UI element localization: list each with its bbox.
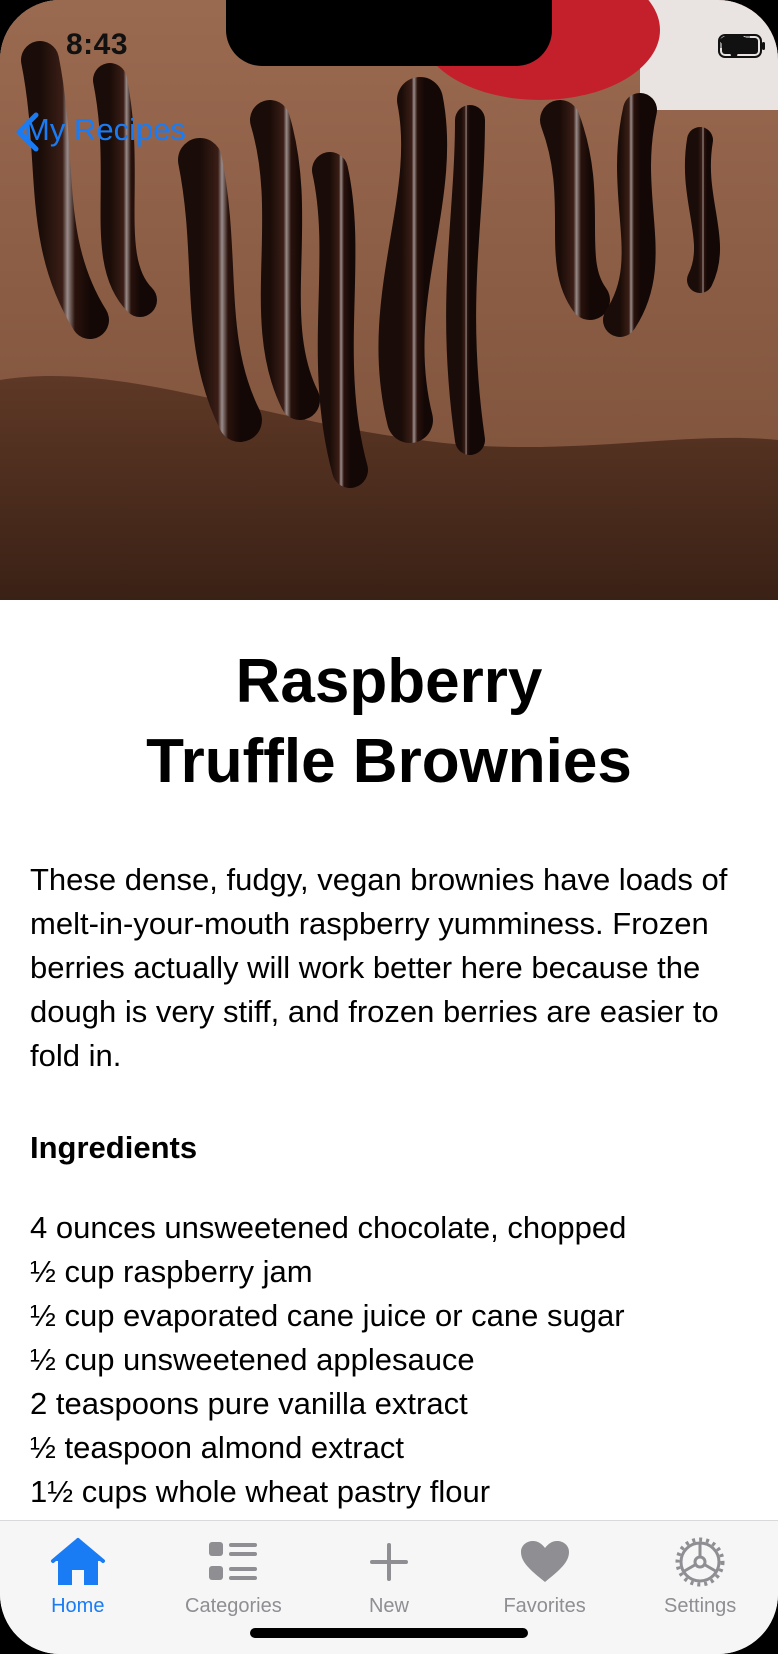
back-button[interactable]: My Recipes [14, 112, 186, 152]
status-time: 8:43 [66, 28, 129, 61]
tab-new-label: New [368, 1595, 409, 1617]
house-icon [50, 1535, 106, 1589]
tab-settings-label: Settings [664, 1595, 737, 1617]
list-icon [209, 1535, 258, 1589]
tab-home[interactable]: Home [8, 1535, 148, 1654]
ingredient-item: 4 ounces unsweetened chocolate, chopped [30, 1210, 627, 1245]
ingredient-item: 2 teaspoons pure vanilla extract [30, 1386, 468, 1421]
tab-categories-label: Categories [185, 1595, 282, 1617]
ingredient-item: ½ cup unsweetened applesauce [30, 1342, 475, 1377]
recipe-description: These dense, fudgy, vegan brownies have … [30, 862, 728, 1073]
recipe-title: Raspberry Truffle Brownies [0, 642, 778, 802]
app-screen: 8:43 My Recipes Raspberry Truffle Browni… [0, 0, 778, 1654]
tab-bar: Home Categories New Favorites Settings [0, 1520, 778, 1654]
ingredients-heading: Ingredients [30, 1130, 198, 1165]
tab-favorites-label: Favorites [503, 1595, 586, 1617]
recipe-title-line-1: Raspberry [235, 647, 543, 716]
home-indicator [250, 1628, 528, 1638]
gear-icon [675, 1535, 725, 1589]
device-notch [226, 0, 552, 66]
ingredient-item: ½ cup evaporated cane juice or cane suga… [30, 1298, 625, 1333]
tab-home-label: Home [51, 1595, 105, 1617]
plus-icon [368, 1535, 410, 1589]
recipe-hero-image: 8:43 My Recipes [0, 0, 778, 600]
ingredient-item: 1½ cups whole wheat pastry flour [30, 1474, 491, 1509]
recipe-content: Raspberry Truffle Brownies These dense, … [0, 600, 778, 1514]
back-button-label: My Recipes [24, 112, 186, 147]
ingredient-item: ½ cup raspberry jam [30, 1254, 313, 1289]
ingredient-item: ½ teaspoon almond extract [30, 1430, 404, 1465]
ingredients-list: 4 ounces unsweetened chocolate, chopped … [30, 1206, 748, 1514]
tab-settings[interactable]: Settings [630, 1535, 770, 1654]
heart-icon [520, 1535, 570, 1589]
recipe-title-line-2: Truffle Brownies [146, 727, 632, 796]
